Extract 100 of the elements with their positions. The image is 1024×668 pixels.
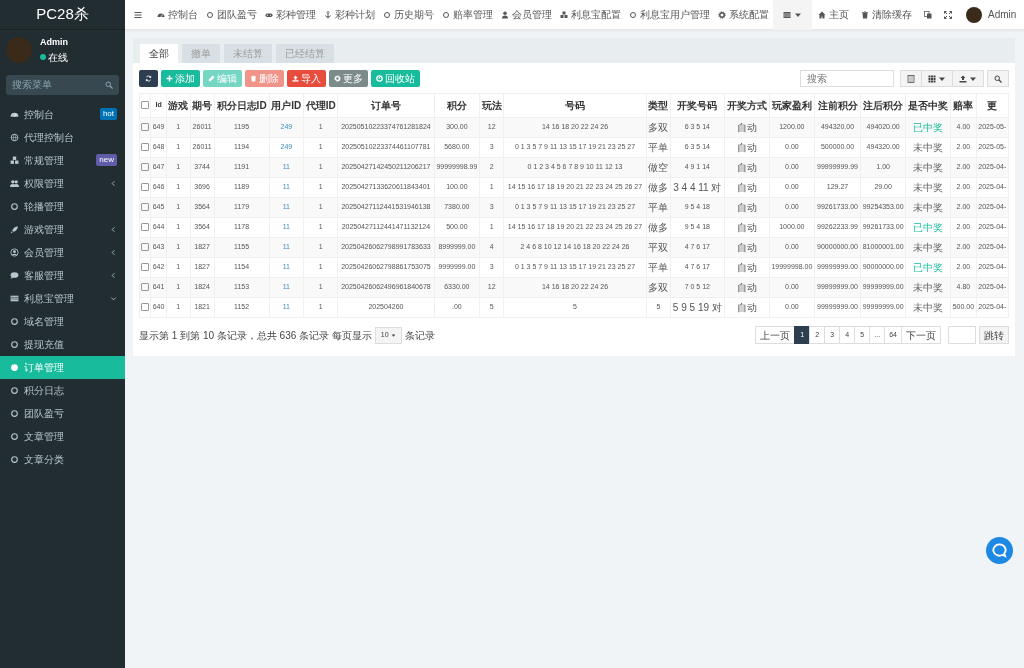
toggle-view-button[interactable]	[900, 70, 922, 87]
list-icon	[783, 10, 791, 19]
circle-icon	[10, 201, 19, 211]
column-header[interactable]: 订单号	[337, 93, 435, 118]
nav-link[interactable]: 会员管理	[497, 0, 556, 30]
fullscreen-icon	[944, 10, 952, 19]
sidebar-item[interactable]: 游戏管理	[0, 217, 125, 241]
pencil-icon	[208, 75, 215, 82]
sidebar-item[interactable]: 控制台 hot	[0, 102, 125, 126]
sidebar-item[interactable]: 会员管理	[0, 240, 125, 264]
column-header[interactable]: 是否中奖	[905, 93, 951, 118]
users-icon	[10, 178, 19, 188]
circle-icon	[10, 454, 19, 464]
user-icon	[501, 10, 509, 19]
column-header[interactable]: 注前积分	[814, 93, 861, 118]
pagination-info: 显示第 1 到第 10 条记录，总共 636 条记录 每页显示	[139, 328, 372, 343]
chat-bubble-icon	[992, 543, 1007, 558]
row-checkbox[interactable]	[141, 283, 150, 292]
export-dropdown-button[interactable]	[952, 70, 984, 87]
chat-button[interactable]	[986, 537, 1013, 564]
sidebar-item[interactable]: 域名管理	[0, 309, 125, 333]
table-cell: 做多	[646, 177, 671, 198]
column-header[interactable]: 积分	[434, 93, 480, 118]
menu-dropdown-button[interactable]	[773, 0, 812, 30]
jump-button[interactable]: 跳转	[979, 326, 1009, 344]
sidebar-item[interactable]: 轮播管理	[0, 194, 125, 218]
sidebar-item[interactable]: 提现充值	[0, 332, 125, 356]
column-header[interactable]: 赔率	[950, 93, 977, 118]
sidebar-item[interactable]: 团队盈亏	[0, 401, 125, 425]
page-link[interactable]: 上一页	[755, 326, 796, 344]
search-button[interactable]	[987, 70, 1009, 87]
table-cell: 5 9 5 19 对	[670, 297, 725, 318]
filter-tab[interactable]: 全部	[140, 44, 178, 63]
row-checkbox[interactable]	[141, 203, 150, 212]
column-header[interactable]: 更	[976, 93, 1009, 118]
settings-icon	[718, 10, 726, 19]
page-number-field[interactable]	[948, 326, 976, 344]
sidebar-item[interactable]: 权限管理	[0, 171, 125, 195]
nav-link[interactable]: 控制台	[153, 0, 202, 30]
caret-icon	[390, 332, 396, 338]
refresh-button[interactable]	[139, 70, 158, 87]
nav-link[interactable]: 利息宝用户管理	[625, 0, 714, 30]
column-header[interactable]: 玩法	[479, 93, 504, 118]
nav-link[interactable]: 彩种管理	[261, 0, 320, 30]
trash-icon	[861, 10, 869, 19]
table-cell: 自动	[724, 297, 770, 318]
page-link[interactable]: 下一页	[901, 326, 941, 344]
row-checkbox[interactable]	[141, 183, 150, 192]
column-header[interactable]: 类型	[646, 93, 671, 118]
nav-link[interactable]: 系统配置	[714, 0, 773, 30]
online-dot	[40, 54, 46, 60]
nav-link[interactable]: 利息宝配置	[556, 0, 625, 30]
grid-icon	[928, 74, 936, 83]
column-header[interactable]: 积分日志ID	[214, 93, 270, 118]
column-header[interactable]: 开奖号码	[670, 93, 725, 118]
row-checkbox[interactable]	[141, 143, 150, 152]
column-header[interactable]: 期号	[190, 93, 215, 118]
sidebar-item[interactable]: 文章管理	[0, 424, 125, 448]
nav-link[interactable]: 赔率管理	[438, 0, 497, 30]
cubes-icon	[10, 155, 19, 165]
settings-icon	[334, 75, 341, 82]
import-button[interactable]: 导入	[287, 70, 326, 87]
search-field[interactable]: 搜索	[800, 70, 894, 87]
sidebar-item[interactable]: 代理控制台	[0, 125, 125, 149]
sidebar-item[interactable]: 积分日志	[0, 378, 125, 402]
nav-link[interactable]: 历史期号	[379, 0, 438, 30]
status-cell: 未中奖	[905, 177, 951, 198]
badge-label: new	[96, 154, 117, 166]
column-header[interactable]: 号码	[503, 93, 647, 118]
row-checkbox[interactable]	[141, 243, 150, 252]
row-checkbox[interactable]	[141, 123, 150, 132]
copy-icon	[924, 10, 932, 19]
row-checkbox[interactable]	[141, 263, 150, 272]
column-header[interactable]: 用户ID	[269, 93, 304, 118]
sidebar-item[interactable]: 常规管理 new	[0, 148, 125, 172]
nav-link[interactable]: 彩种计划	[320, 0, 379, 30]
sidebar-item[interactable]: 文章分类	[0, 447, 125, 471]
circle-icon	[383, 10, 391, 19]
column-header[interactable]: 玩家盈利	[769, 93, 815, 118]
circle-icon	[10, 431, 19, 441]
select-all-checkbox[interactable]	[141, 101, 150, 110]
online-status: 在线	[48, 50, 68, 65]
nav-link[interactable]: 清除缓存	[855, 0, 918, 30]
menu-icon	[134, 10, 142, 19]
row-checkbox[interactable]	[141, 223, 150, 232]
row-checkbox[interactable]	[141, 303, 150, 312]
row-checkbox[interactable]	[141, 163, 150, 172]
column-header[interactable]: 注后积分	[860, 93, 906, 118]
nav-link[interactable]: 团队盈亏	[202, 0, 261, 30]
export-icon	[959, 74, 967, 83]
user-menu[interactable]: Admin	[958, 0, 1024, 30]
columns-dropdown-button[interactable]	[921, 70, 953, 87]
menu-search-field[interactable]: 搜索菜单	[6, 74, 119, 95]
sidebar-item[interactable]: 客服管理	[0, 263, 125, 287]
column-header[interactable]: 游戏	[166, 93, 191, 118]
sidebar-item[interactable]: 利息宝管理	[0, 286, 125, 310]
nav-link[interactable]: 主页	[812, 0, 855, 30]
more-button[interactable]: 更多	[329, 70, 368, 87]
column-header[interactable]: 代理ID	[303, 93, 338, 118]
column-header[interactable]: 开奖方式	[724, 93, 770, 118]
